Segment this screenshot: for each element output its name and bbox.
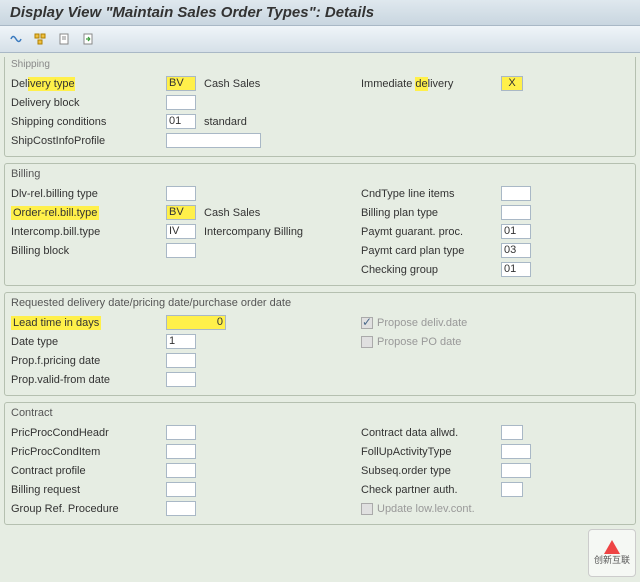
- field-delivery-block[interactable]: [166, 95, 196, 110]
- toolbar: [0, 26, 640, 53]
- label-delivery-type: Delivery type: [11, 78, 166, 90]
- field-paymt-card[interactable]: 03: [501, 243, 531, 258]
- label-prop-valid: Prop.valid-from date: [11, 374, 166, 386]
- label-order-rel: Order-rel.bill.type: [11, 207, 166, 219]
- tree-icon[interactable]: [30, 29, 50, 49]
- label-propose-deliv: Propose deliv.date: [377, 317, 467, 329]
- field-lead-time[interactable]: 0: [166, 315, 226, 330]
- checkbox-propose-po[interactable]: [361, 336, 373, 348]
- label-shipping-conditions: Shipping conditions: [11, 116, 166, 128]
- label-prop-pricing: Prop.f.pricing date: [11, 355, 166, 367]
- field-bill-block[interactable]: [166, 243, 196, 258]
- desc-shipping-conditions: standard: [204, 116, 247, 128]
- field-pric-item[interactable]: [166, 444, 196, 459]
- field-check-partner[interactable]: [501, 482, 523, 497]
- group-contract: Contract PricProcCondHeadr Contract data…: [4, 402, 636, 525]
- field-immediate-delivery[interactable]: X: [501, 76, 523, 91]
- label-date-type: Date type: [11, 336, 166, 348]
- field-paymt-guar[interactable]: 01: [501, 224, 531, 239]
- label-paymt-card: Paymt card plan type: [361, 245, 501, 257]
- field-date-type[interactable]: 1: [166, 334, 196, 349]
- desc-intercomp: Intercompany Billing: [204, 226, 303, 238]
- field-contract-profile[interactable]: [166, 463, 196, 478]
- label-group-ref: Group Ref. Procedure: [11, 503, 166, 515]
- label-pric-item: PricProcCondItem: [11, 446, 166, 458]
- field-follup[interactable]: [501, 444, 531, 459]
- label-check-partner: Check partner auth.: [361, 484, 501, 496]
- field-delivery-type[interactable]: BV: [166, 76, 196, 91]
- field-bill-req[interactable]: [166, 482, 196, 497]
- field-pric-headr[interactable]: [166, 425, 196, 440]
- field-shipping-conditions[interactable]: 01: [166, 114, 196, 129]
- label-cnd-type: CndType line items: [361, 188, 501, 200]
- watermark-logo: 创新互联: [588, 529, 636, 577]
- label-bill-block: Billing block: [11, 245, 166, 257]
- field-subseq[interactable]: [501, 463, 531, 478]
- toggle-icon[interactable]: [6, 29, 26, 49]
- page-icon[interactable]: [54, 29, 74, 49]
- group-title-billing: Billing: [11, 166, 629, 184]
- label-bill-req: Billing request: [11, 484, 166, 496]
- group-title-contract: Contract: [11, 405, 629, 423]
- label-subseq: Subseq.order type: [361, 465, 501, 477]
- field-contract-data[interactable]: [501, 425, 523, 440]
- checkbox-update-low[interactable]: [361, 503, 373, 515]
- label-contract-data: Contract data allwd.: [361, 427, 501, 439]
- label-lead-time: Lead time in days: [11, 317, 166, 329]
- label-contract-profile: Contract profile: [11, 465, 166, 477]
- field-intercomp[interactable]: IV: [166, 224, 196, 239]
- field-shipcost[interactable]: [166, 133, 261, 148]
- nav-icon[interactable]: [78, 29, 98, 49]
- content-area: Shipping Delivery type BV Cash Sales Imm…: [0, 53, 640, 582]
- label-check-grp: Checking group: [361, 264, 501, 276]
- label-intercomp: Intercomp.bill.type: [11, 226, 166, 238]
- field-group-ref[interactable]: [166, 501, 196, 516]
- checkbox-propose-deliv[interactable]: [361, 317, 373, 329]
- group-requested: Requested delivery date/pricing date/pur…: [4, 292, 636, 396]
- field-prop-pricing[interactable]: [166, 353, 196, 368]
- field-cnd-type[interactable]: [501, 186, 531, 201]
- field-dlv-rel[interactable]: [166, 186, 196, 201]
- label-delivery-block: Delivery block: [11, 97, 166, 109]
- label-update-low: Update low.lev.cont.: [377, 503, 475, 515]
- window-title: Display View "Maintain Sales Order Types…: [0, 0, 640, 26]
- field-check-grp[interactable]: 01: [501, 262, 531, 277]
- desc-delivery-type: Cash Sales: [204, 78, 260, 90]
- group-title-requested: Requested delivery date/pricing date/pur…: [11, 295, 629, 313]
- triangle-icon: [604, 540, 620, 554]
- watermark-text: 创新互联: [594, 556, 630, 566]
- label-paymt-guar: Paymt guarant. proc.: [361, 226, 501, 238]
- label-follup: FollUpActivityType: [361, 446, 501, 458]
- label-dlv-rel: Dlv-rel.billing type: [11, 188, 166, 200]
- field-order-rel[interactable]: BV: [166, 205, 196, 220]
- desc-order-rel: Cash Sales: [204, 207, 260, 219]
- label-shipcost: ShipCostInfoProfile: [11, 135, 166, 147]
- label-propose-po: Propose PO date: [377, 336, 461, 348]
- label-bill-plan: Billing plan type: [361, 207, 501, 219]
- field-bill-plan[interactable]: [501, 205, 531, 220]
- label-immediate-delivery: Immediate delivery: [361, 78, 501, 90]
- label-pric-headr: PricProcCondHeadr: [11, 427, 166, 439]
- group-title-shipping: Shipping: [11, 57, 629, 74]
- group-shipping: Shipping Delivery type BV Cash Sales Imm…: [4, 57, 636, 157]
- field-prop-valid[interactable]: [166, 372, 196, 387]
- group-billing: Billing Dlv-rel.billing type CndType lin…: [4, 163, 636, 286]
